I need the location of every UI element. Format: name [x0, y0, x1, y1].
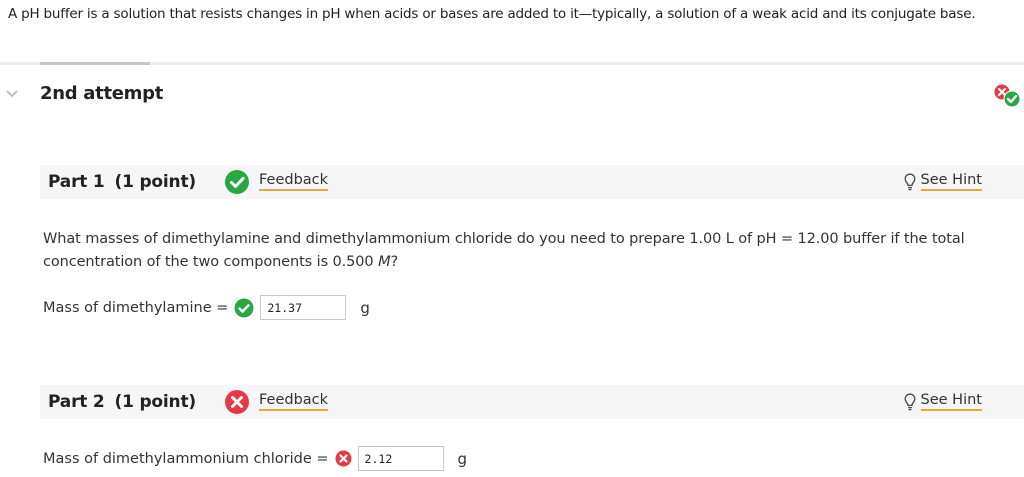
lightbulb-icon: [904, 173, 915, 191]
question-text: What masses of dimethylamine and dimethy…: [43, 228, 973, 274]
check-circle-icon: [234, 298, 254, 317]
mixed-status-icon: [994, 84, 1021, 108]
part-1-points: (1 point): [114, 172, 197, 192]
part-2-see-hint-link[interactable]: See Hint: [904, 392, 982, 411]
part-1-label: Part 1: [48, 172, 105, 192]
part-2-feedback-link[interactable]: Feedback: [259, 392, 329, 411]
question-end: ?: [390, 254, 399, 270]
intro-text: A pH buffer is a solution that resists c…: [8, 6, 976, 22]
part-2-hint-label: See Hint: [920, 392, 982, 411]
part-2-label: Part 2: [48, 392, 105, 412]
mass-dimethylammonium-chloride-input[interactable]: 2.12: [357, 446, 444, 471]
question-body: What masses of dimethylamine and dimethy…: [43, 231, 965, 270]
check-circle-icon: [225, 170, 249, 194]
attempt-tab-indicator: [40, 62, 150, 65]
x-circle-icon: [335, 450, 352, 467]
answer-unit: g: [360, 298, 370, 317]
part-1-header: Part 1 (1 point) Feedback See Hint: [40, 165, 1024, 199]
chevron-down-icon[interactable]: [4, 86, 20, 102]
x-circle-icon: [225, 390, 249, 414]
mass-dimethylamine-input[interactable]: 21.37: [260, 295, 347, 320]
part-1-hint-label: See Hint: [920, 172, 982, 191]
part-2-points: (1 point): [114, 392, 197, 412]
part-1-see-hint-link[interactable]: See Hint: [904, 172, 982, 191]
lightbulb-icon: [904, 393, 915, 411]
answer-unit: g: [457, 449, 468, 468]
part-1-title: Part 1 (1 point): [48, 172, 196, 192]
attempt-divider: [0, 62, 1024, 65]
answer-row-dimethylamine: Mass of dimethylamine = 21.37 g: [43, 295, 370, 320]
question-unit: M: [378, 254, 391, 270]
attempt-title[interactable]: 2nd attempt: [40, 83, 163, 104]
part-1-feedback-link[interactable]: Feedback: [259, 172, 329, 191]
answer-label: Mass of dimethylamine =: [43, 299, 229, 316]
part-2-header: Part 2 (1 point) Feedback See Hint: [40, 385, 1024, 419]
part-2-title: Part 2 (1 point): [48, 392, 196, 412]
answer-row-dimethylammonium-chloride: Mass of dimethylammonium chloride = 2.12…: [43, 446, 467, 471]
answer-label: Mass of dimethylammonium chloride =: [43, 450, 329, 467]
